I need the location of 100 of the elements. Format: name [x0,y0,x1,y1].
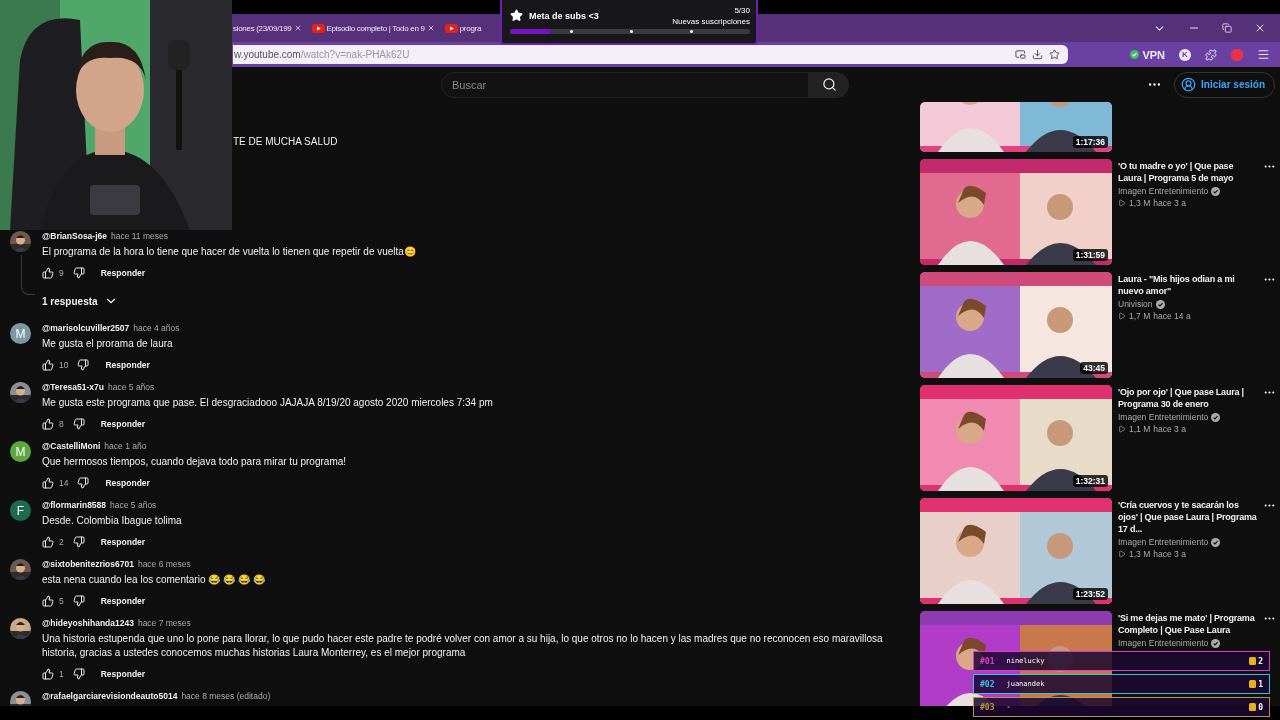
like-count: 1 [59,669,64,679]
reply-button[interactable]: Responder [105,360,150,370]
thumbs-up-icon[interactable] [42,477,54,489]
thumbs-down-icon[interactable] [72,668,85,680]
person-icon [1181,77,1197,92]
play-icon [1118,199,1126,207]
video-title[interactable]: 'Cría cuervos y te sacarán los ojos' | Que pase Laura | Programa 17 d... [1118,499,1259,535]
video-duration: 1:32:31 [1072,475,1108,487]
comment-author[interactable]: @flormarin8588 [42,500,107,510]
star-icon [510,9,523,22]
reply-button[interactable]: Responder [100,596,146,606]
menu-icon[interactable] [1257,48,1270,61]
browser-tab[interactable]: siones (23/09/199 [233,14,307,42]
comment-text: Me gusta el prorama de laura [42,337,174,351]
description-text: TE DE MUCHA SALUD [233,136,339,147]
search-button[interactable] [809,71,849,98]
thumbs-up-icon[interactable] [42,668,54,680]
like-count: 5 [59,596,64,606]
coin-icon [1249,703,1257,711]
view-count: 1,3 M [1129,198,1151,208]
comment-time[interactable]: hace 11 meses [111,231,168,241]
video-duration: 1:23:52 [1072,588,1108,600]
comment-time[interactable]: hace 6 meses [137,559,191,569]
video-age: hace 14 a [1153,311,1191,321]
restore-icon[interactable] [1222,23,1232,33]
channel-name[interactable]: Imagen Entretenimiento [1118,412,1209,422]
comment-author[interactable]: @CastelliMoni [42,441,101,451]
thumbs-down-icon[interactable] [72,267,85,279]
reply-button[interactable]: Responder [100,268,146,278]
like-count: 9 [59,268,64,278]
search-field[interactable]: Buscar [441,71,809,98]
video-title[interactable]: 'O tu madre o yo' | Que pase Laura | Programa 5 de mayo [1118,160,1259,184]
comment-text: Que hermosos tiempos, cuando dejava todo para mirar tu programa! [42,455,348,469]
comment-author[interactable]: @sixtobenitezrios6701 [42,559,134,569]
coin-icon [1249,680,1257,688]
star-icon[interactable] [1049,49,1060,60]
download-icon[interactable] [1032,49,1043,60]
goal-count: 5/30 [734,6,750,15]
profile-button[interactable]: K [1179,48,1191,61]
thumbs-up-icon[interactable] [42,267,54,279]
play-icon [1118,312,1126,320]
comment-time[interactable]: hace 8 meses (editado) [181,691,271,701]
points-count: 2 [1258,656,1263,666]
channel-name[interactable]: Imagen Entretenimiento [1118,186,1209,196]
channel-name[interactable]: Univision [1118,299,1153,309]
check-icon [1130,50,1140,59]
thumbs-down-icon[interactable] [72,595,85,607]
rank-label: #02 [980,679,995,689]
comment-time[interactable]: hace 1 año [104,441,147,451]
reply-button[interactable]: Responder [100,669,146,679]
extensions-icon[interactable] [1205,48,1217,61]
rank-label: #01 [980,656,995,666]
rank-label: #03 [980,702,995,712]
close-icon[interactable] [1254,22,1266,34]
comment-author[interactable]: @Teresa51-x7u [42,382,104,392]
video-duration: 1:31:59 [1072,249,1108,261]
channel-name[interactable]: Imagen Entretenimiento [1118,638,1209,648]
video-duration: 1:17:36 [1072,136,1108,148]
comment-time[interactable]: hace 7 meses [137,618,191,628]
comment-author[interactable]: @rafaelgarciarevisiondeauto5014 [42,691,178,701]
reply-button[interactable]: Responder [105,478,150,488]
reply-button[interactable]: Responder [100,537,146,547]
comment-time[interactable]: hace 5 años [108,382,155,392]
video-title[interactable]: 'Si me dejas me mato' | Programa Completo | Que Pase Laura [1118,612,1259,636]
channel-name[interactable]: Imagen Entretenimiento [1118,537,1209,547]
comment-text: Una historia estupenda que uno lo pone para llorar, lo que pudo hacer este padre te podré volver con amor a su hija, lo que otros no lo hacen y las madres que no reconocen eso maravillosa historia, gracias a ustedes conocemos muchas historias Laura Monterrey, es el mejor programa [42,632,884,660]
view-count: 1,3 M [1129,549,1151,559]
vpn-button[interactable]: VPN [1130,48,1165,61]
video-title[interactable]: 'Ojo por ojo' | Que pase Laura | Programa 30 de enero [1118,386,1259,410]
thumbs-down-icon[interactable] [72,418,85,430]
replies-toggle[interactable]: 1 respuesta [42,294,118,308]
comment-text: esta nena cuando lea los comentario 😂 😂 😂 😂 [42,573,266,587]
points-count: 0 [1258,702,1263,712]
thumbs-up-icon[interactable] [42,418,54,430]
browser-tab[interactable]: progra [439,14,487,42]
browser-tab[interactable]: Episodio completo | Todo en 9 [306,14,440,42]
thumbs-down-icon[interactable] [77,477,90,489]
picture-in-picture-icon[interactable] [1015,49,1026,60]
thumbs-down-icon[interactable] [77,359,90,371]
thumbs-up-icon[interactable] [42,359,54,371]
avatar[interactable]: F [10,500,31,521]
video-duration: 43:45 [1080,362,1108,374]
comment-author[interactable]: @hideyoshihanda1243 [42,618,134,628]
video-site-icon [311,23,325,33]
video-age: hace 3 a [1153,424,1186,434]
thumbs-up-icon[interactable] [42,595,54,607]
video-title[interactable]: Laura - "Mis hijos odian a mi nuevo amor" [1118,273,1259,297]
view-count: 1,1 M [1129,424,1151,434]
comment-time[interactable]: hace 5 años [110,500,157,510]
comment-author[interactable]: @BrianSosa-j6e [42,231,107,241]
close-icon[interactable] [426,24,435,32]
thumbs-up-icon[interactable] [42,536,54,548]
thumbs-down-icon[interactable] [72,536,85,548]
video-age: hace 3 a [1153,198,1186,208]
address-bar[interactable]: w.youtube.com/watch?v=nak-PHAk62U [233,45,1068,64]
comment-time[interactable]: hace 4 años [133,323,180,333]
points-count: 1 [1258,679,1263,689]
close-icon[interactable] [293,24,302,32]
comment-author[interactable]: @marisolcuviller2507 [42,323,130,333]
reply-button[interactable]: Responder [100,419,146,429]
